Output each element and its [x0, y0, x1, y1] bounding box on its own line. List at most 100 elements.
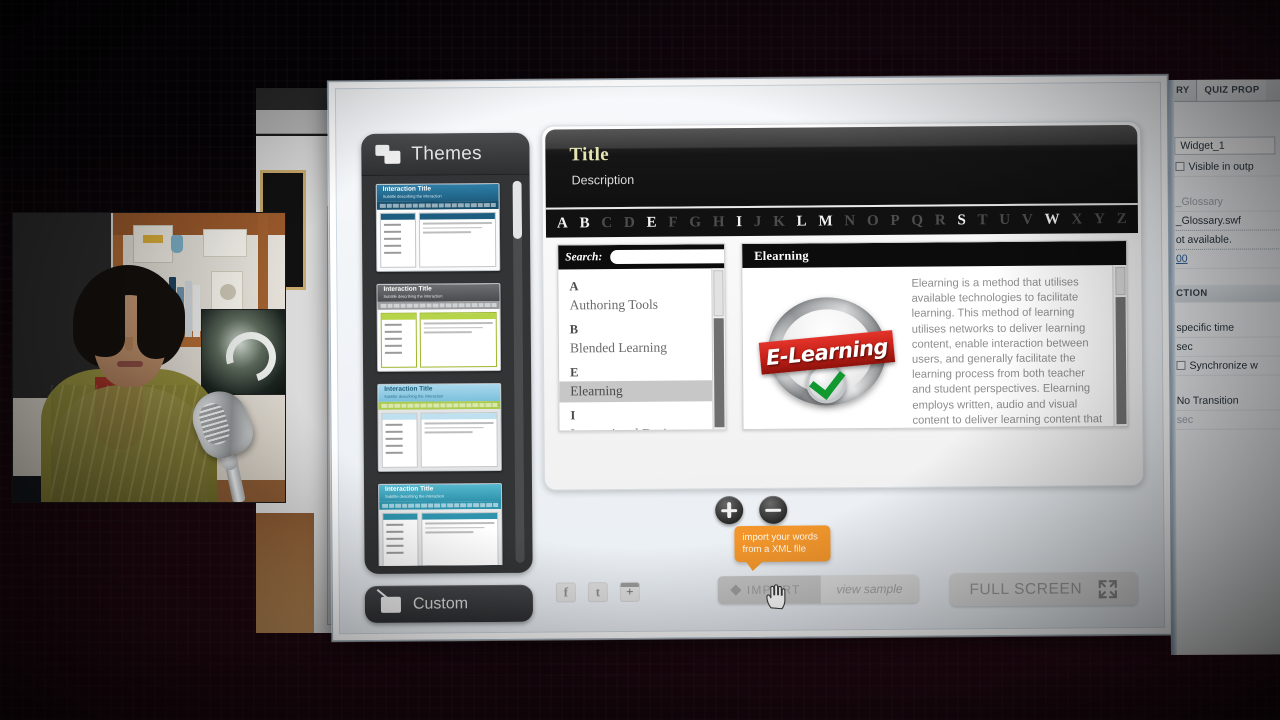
alpha-letter-c[interactable]: C: [601, 215, 612, 232]
theme-thumbnail[interactable]: Interaction Title Subtitle describing the…: [376, 282, 502, 372]
list-item[interactable]: Instructional Designer: [560, 423, 713, 430]
twitter-icon[interactable]: t: [587, 582, 608, 603]
alphabet-filter-bar[interactable]: A B C D E F G H I J K L M N O P Q R S T …: [545, 202, 1139, 238]
prop-transition[interactable]: No Transition: [1170, 391, 1280, 411]
alpha-letter-i[interactable]: I: [736, 214, 742, 231]
term-group-letter: A: [569, 279, 579, 294]
alpha-letter-m[interactable]: M: [818, 213, 832, 230]
microphone-head: [184, 383, 260, 465]
alpha-letter-n[interactable]: N: [844, 213, 855, 230]
share-plus-icon[interactable]: +: [619, 581, 640, 603]
detail-header: Elearning: [742, 241, 1127, 269]
prop-seconds[interactable]: sec: [1170, 337, 1280, 357]
detail-scrollbar-thumb[interactable]: [1115, 267, 1126, 296]
theme-thumb-list: [379, 212, 417, 268]
prop-glossary-file[interactable]: _Glossary.swf: [1169, 211, 1280, 231]
list-item[interactable]: Blended Learning: [559, 337, 712, 359]
checkbox-icon[interactable]: [1175, 161, 1185, 171]
theme-thumbnail[interactable]: Interaction Title Subtitle describing the…: [377, 382, 502, 472]
prop-transition-seconds[interactable]: sec: [1170, 410, 1280, 430]
theme-thumb-title-text: Interaction Title: [382, 185, 431, 193]
search-label: Search:: [565, 251, 603, 264]
alpha-letter-l[interactable]: L: [797, 213, 807, 230]
fullscreen-button[interactable]: FULL SCREEN: [949, 571, 1138, 607]
alpha-letter-v[interactable]: V: [1022, 211, 1033, 228]
alpha-letter-r[interactable]: R: [935, 212, 946, 229]
mouth: [117, 361, 143, 367]
term-list-scrollbar-thumb[interactable]: [713, 270, 724, 317]
alpha-letter-j[interactable]: J: [754, 213, 762, 230]
properties-panel: RY QUIZ PROP Widget_1 Visible in outp _G…: [1168, 79, 1280, 655]
alpha-letter-q[interactable]: Q: [911, 212, 923, 229]
elearning-badge-icon: E-Learning: [758, 289, 895, 414]
custom-theme-button[interactable]: Custom: [364, 584, 534, 624]
term-group-letter: E: [570, 365, 579, 380]
alpha-letter-u[interactable]: U: [999, 211, 1010, 228]
theme-thumb-subtitle: Subtitle describing the interaction: [384, 392, 444, 399]
properties-tabs: RY QUIZ PROP: [1169, 79, 1280, 102]
detail-scrollbar[interactable]: [1112, 265, 1128, 427]
checkbox-icon[interactable]: [1176, 360, 1186, 370]
alpha-letter-z[interactable]: Z: [1117, 211, 1127, 228]
themes-scrollbar-thumb[interactable]: [512, 180, 523, 239]
prop-spacer: [1171, 375, 1280, 392]
alpha-letter-w[interactable]: W: [1045, 211, 1060, 228]
alpha-letter-g[interactable]: G: [689, 214, 701, 231]
alpha-letter-y[interactable]: Y: [1094, 211, 1105, 228]
term-list-scrollbar-track[interactable]: [713, 318, 725, 428]
custom-brush-icon: [380, 596, 401, 613]
alpha-letter-k[interactable]: K: [773, 213, 785, 230]
alpha-letter-p[interactable]: P: [890, 212, 899, 229]
alpha-letter-d[interactable]: D: [624, 214, 635, 231]
alpha-letter-o[interactable]: O: [867, 212, 879, 229]
add-term-button[interactable]: [715, 496, 744, 525]
prop-glossary-name: _Glossary: [1169, 192, 1280, 212]
glossary-detail-panel: Elearning E-Learning Elearning is a meth…: [741, 240, 1129, 431]
theme-thumb-title: Interaction Title Subtitle describing the…: [378, 383, 501, 402]
list-item[interactable]: Authoring Tools: [559, 294, 712, 316]
theme-thumb-title-text: Interaction Title: [384, 485, 434, 493]
mouse-cursor-hand-icon: [765, 584, 787, 610]
import-group: IMPORT view sample: [717, 574, 919, 605]
alpha-letter-b[interactable]: B: [579, 215, 589, 232]
view-sample-button[interactable]: view sample: [820, 575, 918, 604]
widget-description: Description: [571, 172, 635, 188]
alpha-letter-a[interactable]: A: [557, 215, 568, 232]
detail-scrollbar-track[interactable]: [1115, 297, 1127, 425]
alpha-letter-x[interactable]: X: [1071, 211, 1082, 228]
theme-thumbnail[interactable]: Interaction Title Subtitle describing the…: [375, 182, 501, 272]
window-content: Themes Interaction Title Subtitle describ…: [334, 81, 1166, 635]
detail-image: E-Learning: [748, 277, 904, 429]
alpha-letter-f[interactable]: F: [668, 214, 677, 231]
presenter-hair-left: [75, 281, 125, 357]
term-list-scrollbar[interactable]: [711, 268, 726, 430]
alpha-letter-t[interactable]: T: [978, 212, 988, 229]
certificate-frame: [133, 225, 173, 263]
detail-body: E-Learning Elearning is a method that ut…: [742, 265, 1113, 429]
prop-size-value[interactable]: 00: [1169, 249, 1280, 269]
term-items[interactable]: A Authoring Tools B Blended Learning E E…: [558, 268, 713, 430]
remove-term-button[interactable]: [759, 495, 788, 524]
main-window: Themes Interaction Title Subtitle describ…: [327, 74, 1173, 642]
presenter-webcam-overlay: [12, 212, 286, 503]
prop-synchronize[interactable]: Synchronize w: [1170, 356, 1280, 376]
prop-display-time[interactable]: specific time: [1170, 318, 1280, 338]
theme-thumb-title: Interaction Title Subtitle describing the…: [376, 183, 499, 202]
list-item-selected[interactable]: Elearning: [559, 380, 713, 403]
facebook-icon[interactable]: f: [555, 582, 576, 603]
prop-visible-label: Visible in outp: [1188, 160, 1254, 173]
alpha-letter-h[interactable]: H: [713, 214, 725, 231]
presenter-hair-right: [137, 281, 185, 359]
tab-quiz-properties[interactable]: QUIZ PROP: [1196, 79, 1267, 101]
search-row: Search:: [558, 244, 727, 270]
prop-widget-name[interactable]: Widget_1: [1174, 136, 1276, 155]
widget-body: Search: A Authoring Tools B Blended Lear…: [557, 240, 1129, 432]
expand-arrows-icon: [1098, 579, 1118, 599]
prop-visible-in-output[interactable]: Visible in outp: [1169, 157, 1280, 177]
desk-object: [171, 235, 183, 253]
alpha-letter-e[interactable]: E: [647, 214, 657, 231]
alpha-letter-s[interactable]: S: [957, 212, 965, 229]
search-input[interactable]: [610, 248, 727, 265]
theme-thumb-title-text: Interaction Title: [383, 285, 432, 293]
theme-thumb-detail: [420, 411, 498, 468]
